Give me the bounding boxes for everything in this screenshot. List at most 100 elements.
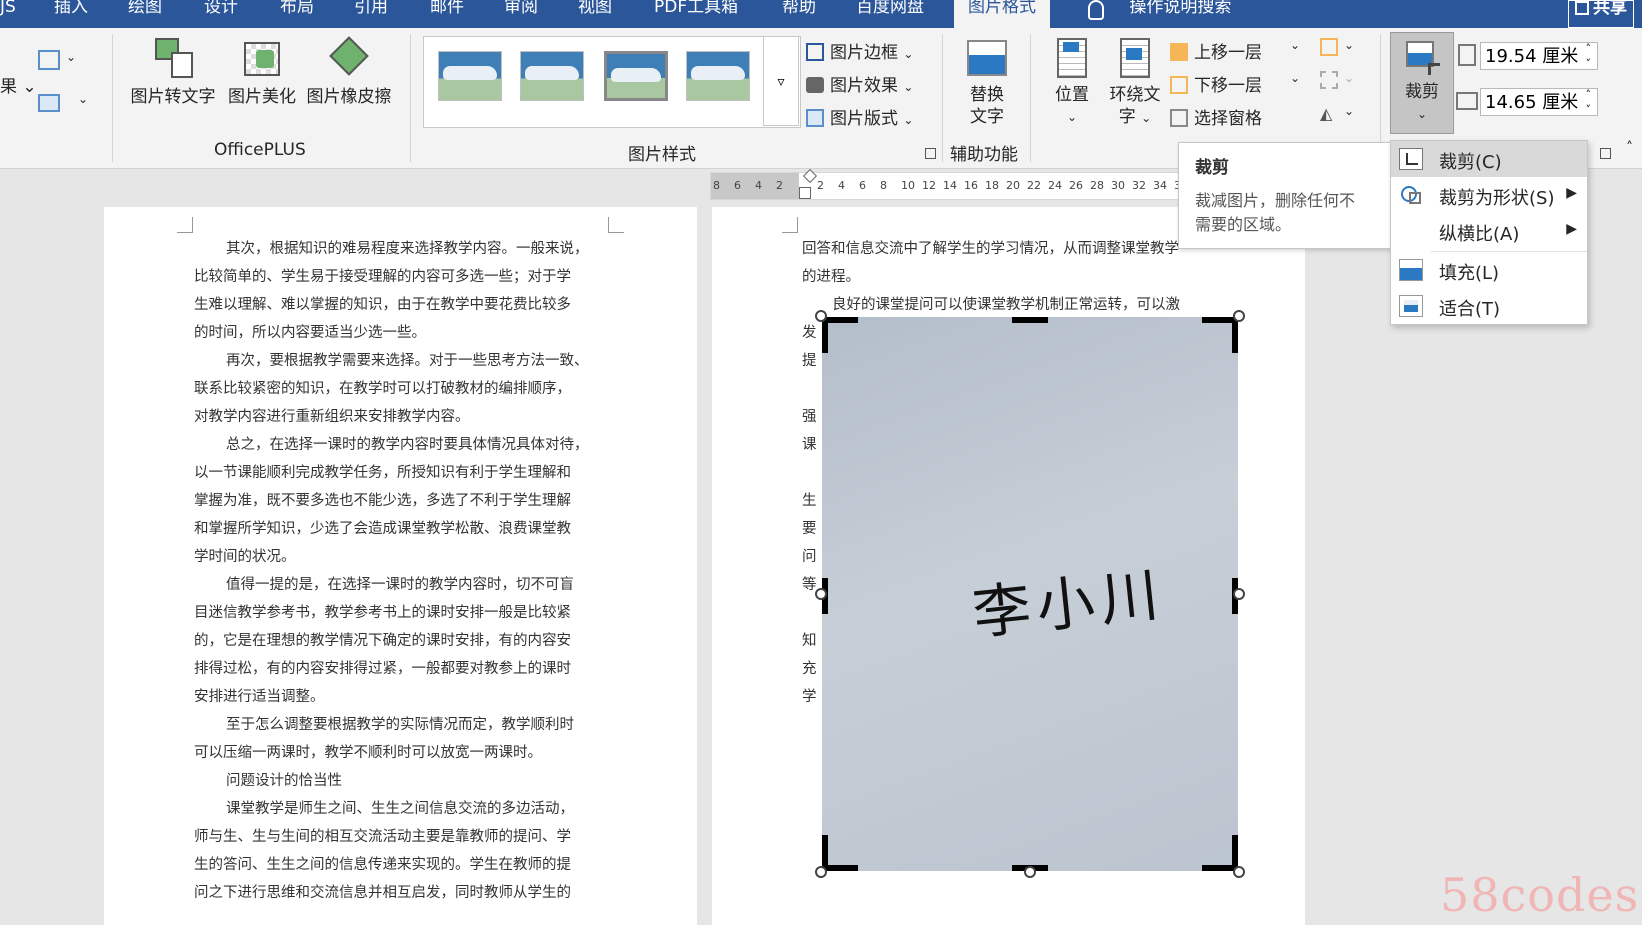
- tab-insert[interactable]: 插入: [54, 0, 88, 28]
- chevron-down-icon[interactable]: ⌄: [1344, 104, 1354, 118]
- shape-height-input[interactable]: 19.54 厘米 ˄ ˅: [1480, 42, 1598, 70]
- tooltip-line-2: 需要的区域。: [1195, 215, 1292, 234]
- chevron-down-icon[interactable]: ⌄: [1290, 71, 1300, 85]
- body-text-line: 课: [802, 437, 817, 453]
- ruler-tick-label: 22: [1027, 179, 1041, 192]
- rotate-icon[interactable]: ◭: [1320, 104, 1332, 123]
- menu-item-crop[interactable]: 裁剪(C): [1391, 141, 1587, 177]
- change-picture-icon[interactable]: [38, 94, 60, 112]
- gallery-more-button[interactable]: ▿: [763, 36, 799, 126]
- menu-item-fill-label: 填充(L): [1439, 263, 1500, 284]
- chevron-down-icon[interactable]: ⌄: [66, 50, 76, 64]
- chevron-down-icon: ⌄: [903, 47, 914, 61]
- horizontal-ruler: 86422468101214161820222426283032343: [710, 168, 1186, 200]
- body-text-line: 比较简单的、学生易于接受理解的内容可多选一些；对于学: [194, 269, 571, 285]
- picture-eraser-button[interactable]: 图片橡皮擦: [302, 36, 396, 108]
- alt-text-label-1: 替换: [970, 85, 1004, 105]
- body-text-line: 知: [802, 633, 817, 649]
- tab-mailings[interactable]: 邮件: [430, 0, 464, 28]
- chevron-down-icon[interactable]: ⌄: [1290, 38, 1300, 52]
- tab-help[interactable]: 帮助: [782, 0, 816, 28]
- menu-item-crop-to-shape[interactable]: 裁剪为形状(S) ▶: [1391, 177, 1587, 213]
- body-text-line: 值得一提的是，在选择一课时的教学内容时，切不可盲: [226, 577, 574, 593]
- dialog-launcher-icon[interactable]: [1600, 148, 1611, 159]
- position-icon: [1055, 36, 1089, 80]
- body-text-line: 等: [802, 577, 817, 593]
- picture-to-text-button[interactable]: 图片转文字: [124, 36, 222, 108]
- tab-picture-format[interactable]: 图片格式: [954, 0, 1050, 28]
- collapse-ribbon-icon[interactable]: ˄: [1626, 140, 1633, 156]
- chevron-down-icon[interactable]: ⌄: [78, 92, 88, 106]
- shape-height-icon: [1458, 44, 1476, 66]
- send-backward-button[interactable]: 下移一层: [1170, 71, 1262, 96]
- tab-view[interactable]: 视图: [578, 0, 612, 28]
- first-line-indent-marker[interactable]: [802, 168, 818, 184]
- picture-layout-button[interactable]: 图片版式 ⌄: [806, 104, 913, 129]
- spinner-arrows-icon[interactable]: ˄ ˅: [1586, 87, 1592, 117]
- tab-pdf-toolbox[interactable]: PDF工具箱: [654, 0, 738, 28]
- picture-style-thumb[interactable]: [520, 51, 584, 101]
- align-icon[interactable]: [1320, 38, 1338, 56]
- picture-style-thumb[interactable]: [604, 51, 668, 101]
- picture-to-text-icon: [151, 36, 195, 80]
- send-backward-icon: [1170, 76, 1188, 94]
- resize-handle[interactable]: [1024, 866, 1036, 878]
- tab-layout[interactable]: 布局: [280, 0, 314, 28]
- body-text-line: 的进程。: [802, 269, 860, 285]
- partial-button-label[interactable]: 果 ⌄: [0, 72, 37, 97]
- wrap-text-icon: [1118, 36, 1152, 80]
- compress-pictures-icon[interactable]: [38, 50, 60, 70]
- tab-draw[interactable]: 绘图: [128, 0, 162, 28]
- shape-width-input[interactable]: 14.65 厘米 ˄ ˅: [1480, 88, 1598, 116]
- resize-handle[interactable]: [1233, 588, 1245, 600]
- bring-forward-button[interactable]: 上移一层: [1170, 38, 1262, 63]
- dialog-launcher-icon[interactable]: [925, 148, 936, 159]
- signature-picture[interactable]: 李小川: [822, 317, 1238, 871]
- menu-item-fill[interactable]: 填充(L): [1391, 252, 1587, 288]
- share-button[interactable]: 共享: [1568, 0, 1634, 28]
- alt-text-button[interactable]: 替换 文字: [954, 36, 1020, 128]
- spinner-arrows-icon[interactable]: ˄ ˅: [1586, 41, 1592, 71]
- position-button[interactable]: 位置 ⌄: [1044, 36, 1100, 128]
- resize-handle[interactable]: [1233, 310, 1245, 322]
- ruler-tick-label: 6: [734, 179, 741, 192]
- body-text-line: 的时间，所以内容要适当少选一些。: [194, 325, 426, 341]
- body-text-line: 学时间的状况。: [194, 549, 296, 565]
- tab-baidu-netdisk[interactable]: 百度网盘: [856, 0, 924, 28]
- chevron-down-icon: ⌄: [903, 113, 914, 127]
- fit-picture-icon: [1399, 295, 1423, 317]
- group-objects-icon[interactable]: [1320, 71, 1338, 89]
- chevron-down-icon[interactable]: ⌄: [1344, 38, 1354, 52]
- menu-item-fit[interactable]: 适合(T): [1391, 288, 1587, 324]
- picture-effects-button[interactable]: 图片效果 ⌄: [806, 71, 913, 96]
- ruler-tick-label: 14: [943, 179, 957, 192]
- picture-style-thumb[interactable]: [686, 51, 750, 101]
- tab-references[interactable]: 引用: [354, 0, 388, 28]
- tab-design[interactable]: 设计: [204, 0, 238, 28]
- resize-handle[interactable]: [1233, 866, 1245, 878]
- chevron-down-icon[interactable]: ⌄: [1344, 71, 1354, 85]
- crop-handle-top-right[interactable]: [1232, 317, 1238, 353]
- crop-handle-top[interactable]: [1012, 317, 1048, 323]
- picture-style-thumb[interactable]: [438, 51, 502, 101]
- body-text-line: 问: [802, 549, 817, 565]
- crop-button[interactable]: 裁剪 ⌄: [1390, 32, 1454, 134]
- picture-border-button[interactable]: 图片边框 ⌄: [806, 38, 913, 63]
- ruler-tick-label: 4: [755, 179, 762, 192]
- picture-beautify-button[interactable]: 图片美化: [224, 36, 300, 108]
- tab-review[interactable]: 审阅: [504, 0, 538, 28]
- crop-handle-top-left[interactable]: [822, 317, 828, 353]
- menu-item-aspect-ratio[interactable]: 纵横比(A) ▶: [1391, 213, 1587, 249]
- tab-partial[interactable]: JS: [0, 0, 16, 28]
- tell-me-search[interactable]: 操作说明搜索: [1088, 0, 1231, 28]
- picture-layout-icon: [806, 109, 824, 127]
- selection-pane-button[interactable]: 选择窗格: [1170, 104, 1262, 129]
- resize-handle[interactable]: [815, 866, 827, 878]
- body-text-line: 生: [802, 493, 817, 509]
- body-text-line: 掌握为准，既不要多选也不能少选，多选了不利于学生理解: [194, 493, 571, 509]
- wrap-text-button[interactable]: 环绕文 字 ⌄: [1100, 36, 1170, 129]
- document-page-left[interactable]: 其次，根据知识的难易程度来选择教学内容。一般来说， 比较简单的、学生易于接受理解的…: [104, 207, 697, 925]
- left-indent-marker[interactable]: [799, 187, 811, 199]
- resize-handle[interactable]: [815, 588, 827, 600]
- resize-handle[interactable]: [815, 310, 827, 322]
